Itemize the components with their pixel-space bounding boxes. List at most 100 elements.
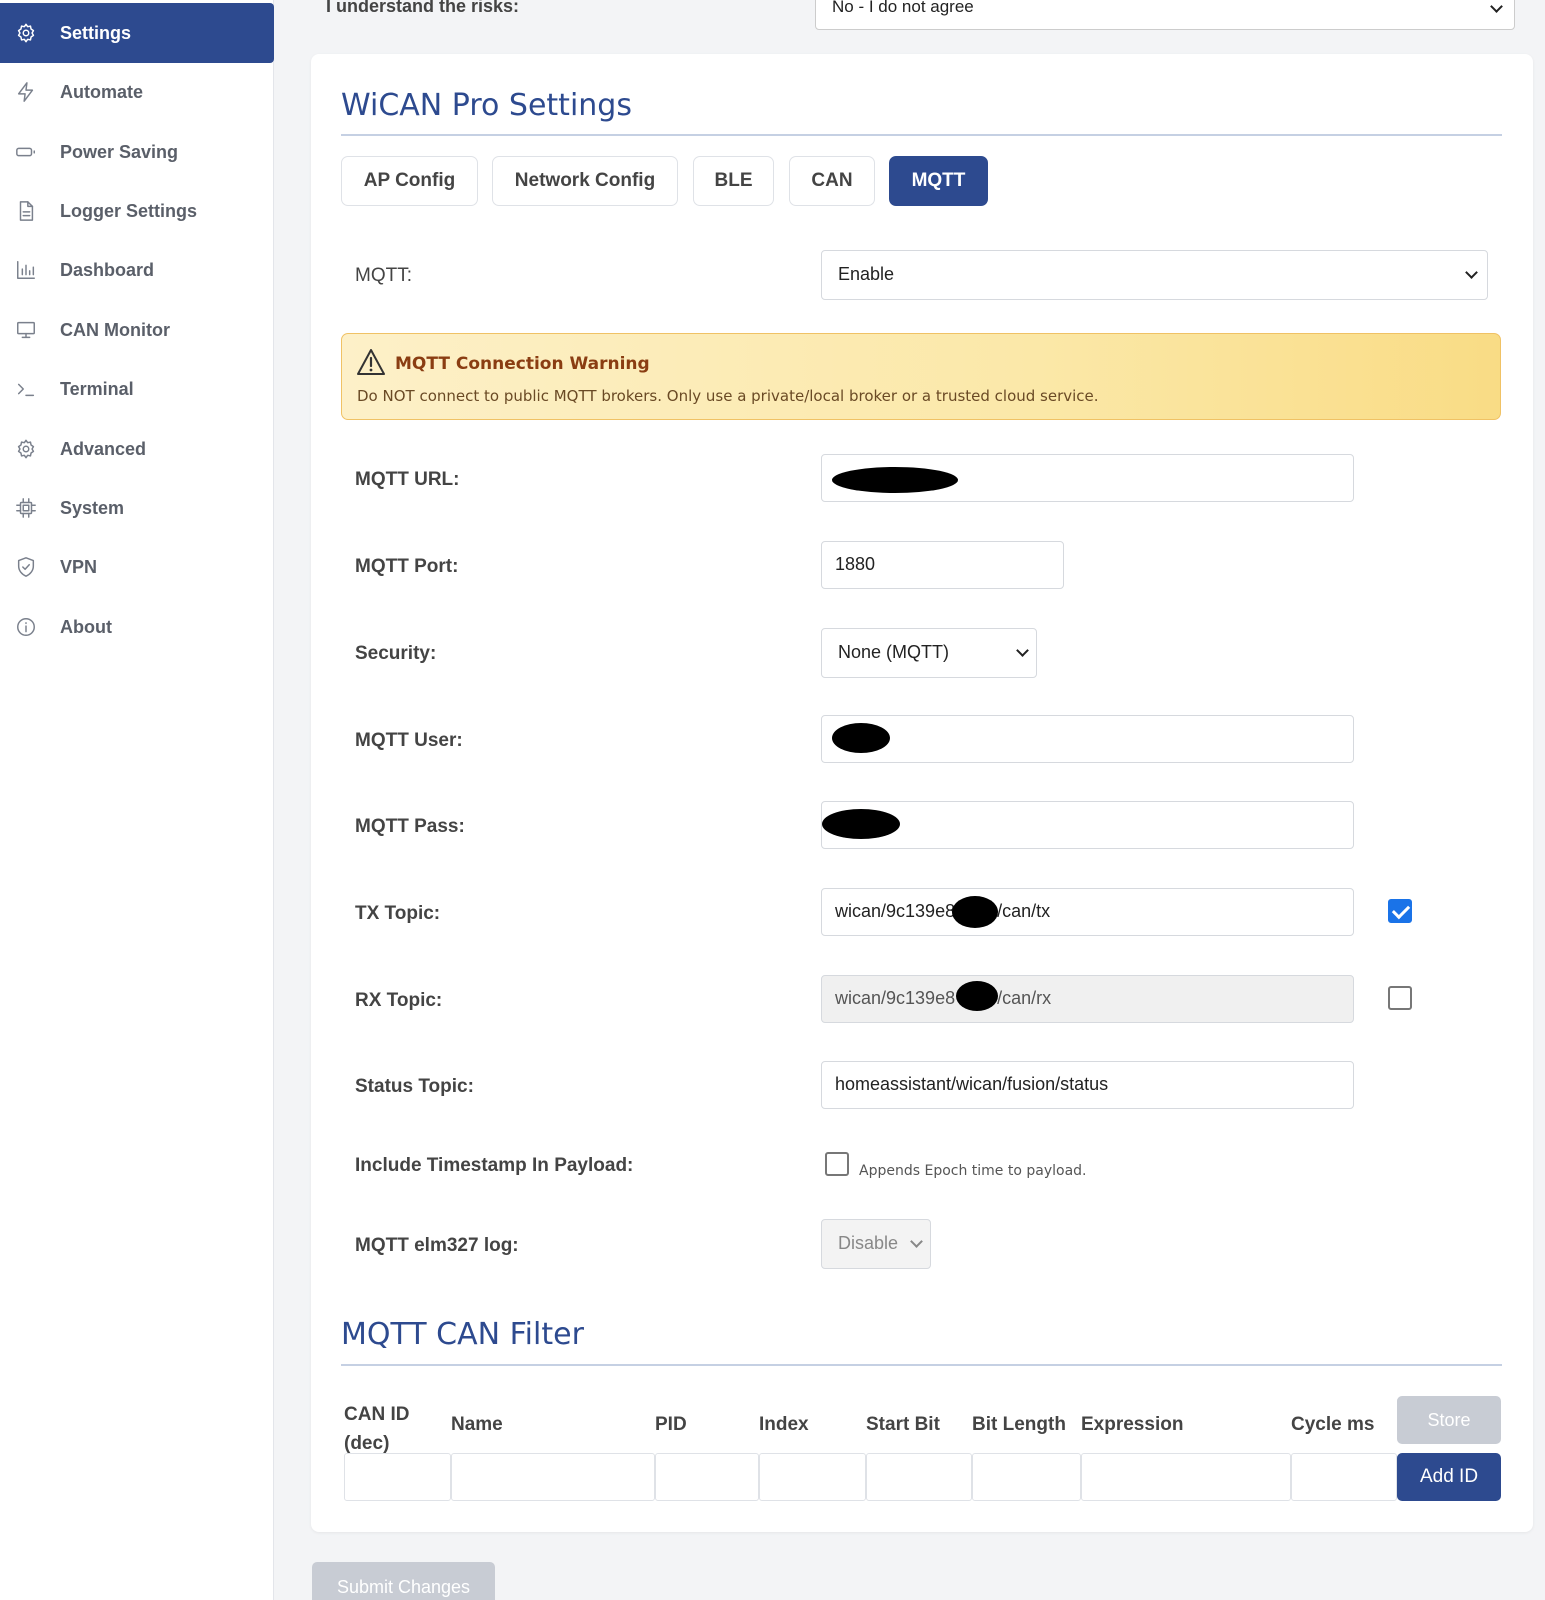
column-header-can-id: CAN ID (dec): [344, 1404, 410, 1454]
sidebar: Settings Automate Power Saving Logger Se…: [0, 0, 274, 1600]
rx-topic-label: RX Topic:: [355, 990, 443, 1011]
page-title: WiCAN Pro Settings: [341, 88, 632, 123]
redacted-value: [832, 467, 958, 493]
info-icon: [14, 615, 38, 639]
timestamp-hint: Appends Epoch time to payload.: [859, 1163, 1087, 1179]
bolt-icon: [14, 80, 38, 104]
mqtt-url-label: MQTT URL:: [355, 469, 460, 490]
sidebar-item-about[interactable]: About: [0, 597, 274, 657]
tx-topic-prefix: wican/9c139e8: [835, 901, 956, 921]
mqtt-enable-select[interactable]: Enable: [821, 250, 1488, 300]
sidebar-item-automate[interactable]: Automate: [0, 62, 274, 122]
add-id-button[interactable]: Add ID: [1397, 1453, 1501, 1501]
sidebar-item-label: Automate: [60, 81, 144, 102]
column-header-bit-length: Bit Length: [972, 1414, 1066, 1435]
mqtt-enable-value: Enable: [838, 264, 895, 284]
rx-topic-checkbox[interactable]: [1388, 986, 1412, 1010]
sidebar-item-system[interactable]: System: [0, 478, 274, 538]
gear-icon: [14, 437, 38, 461]
security-select[interactable]: None (MQTT): [821, 628, 1037, 678]
shield-icon: [14, 555, 38, 579]
mqtt-user-input[interactable]: [821, 715, 1354, 763]
tab-ble[interactable]: BLE: [693, 156, 774, 206]
tab-network-config[interactable]: Network Config: [492, 156, 678, 206]
can-id-input[interactable]: [344, 1453, 451, 1501]
chevron-down-icon: [1465, 266, 1478, 279]
redacted-value: [952, 896, 998, 928]
pid-input[interactable]: [655, 1453, 759, 1501]
sidebar-item-label: About: [60, 616, 112, 637]
timestamp-checkbox[interactable]: [825, 1152, 849, 1176]
bar-chart-icon: [14, 258, 38, 282]
risk-select-value: No - I do not agree: [832, 0, 974, 16]
column-header-index: Index: [759, 1414, 809, 1435]
mqtt-pass-label: MQTT Pass:: [355, 816, 465, 837]
warning-icon: [357, 349, 385, 375]
mqtt-port-input[interactable]: 1880: [821, 541, 1064, 589]
bit-length-input[interactable]: [972, 1453, 1081, 1501]
index-input[interactable]: [759, 1453, 866, 1501]
monitor-icon: [14, 318, 38, 342]
document-icon: [14, 199, 38, 223]
tab-can[interactable]: CAN: [789, 156, 875, 206]
filter-title: MQTT CAN Filter: [341, 1317, 584, 1352]
elm327-log-select: Disable: [821, 1219, 931, 1269]
tx-topic-input[interactable]: wican/9c139e8/can/tx: [821, 888, 1354, 936]
store-button[interactable]: Store: [1397, 1396, 1501, 1444]
terminal-icon: [14, 377, 38, 401]
tab-ap-config[interactable]: AP Config: [341, 156, 478, 206]
name-input[interactable]: [451, 1453, 655, 1501]
sidebar-item-label: Logger Settings: [60, 200, 198, 221]
sidebar-item-vpn[interactable]: VPN: [0, 537, 274, 597]
sidebar-item-can-monitor[interactable]: CAN Monitor: [0, 300, 274, 360]
battery-icon: [14, 140, 38, 164]
mqtt-warning-banner: MQTT Connection Warning Do NOT connect t…: [341, 333, 1501, 420]
tx-topic-suffix: /can/tx: [997, 901, 1051, 921]
submit-changes-button[interactable]: Submit Changes: [312, 1562, 495, 1600]
sidebar-item-label: System: [60, 497, 125, 518]
sidebar-item-label: CAN Monitor: [60, 319, 170, 340]
security-value: None (MQTT): [838, 642, 950, 662]
expression-input[interactable]: [1081, 1453, 1291, 1501]
sidebar-item-label: Power Saving: [60, 141, 179, 162]
rx-topic-suffix: /can/rx: [997, 988, 1052, 1008]
elm327-log-value: Disable: [838, 1233, 899, 1253]
sidebar-item-terminal[interactable]: Terminal: [0, 359, 274, 419]
column-header-start-bit: Start Bit: [866, 1414, 940, 1435]
mqtt-user-label: MQTT User:: [355, 730, 463, 751]
column-header-name: Name: [451, 1414, 503, 1435]
chip-icon: [14, 496, 38, 520]
tx-topic-checkbox[interactable]: [1388, 899, 1412, 923]
tab-mqtt[interactable]: MQTT: [889, 156, 988, 206]
cycle-ms-input[interactable]: [1291, 1453, 1397, 1501]
column-header-cycle-ms: Cycle ms: [1291, 1414, 1375, 1435]
mqtt-enable-label: MQTT:: [355, 265, 412, 286]
gear-icon: [14, 21, 38, 45]
filter-divider: [341, 1364, 1502, 1366]
sidebar-item-label: Terminal: [60, 378, 134, 399]
sidebar-item-label: Advanced: [60, 438, 147, 459]
chevron-down-icon: [1490, 0, 1503, 13]
risk-select[interactable]: No - I do not agree: [815, 0, 1515, 30]
sidebar-item-dashboard[interactable]: Dashboard: [0, 240, 274, 300]
warning-title: MQTT Connection Warning: [395, 354, 650, 374]
elm327-log-label: MQTT elm327 log:: [355, 1235, 519, 1256]
sidebar-item-settings[interactable]: Settings: [0, 3, 274, 63]
start-bit-input[interactable]: [866, 1453, 972, 1501]
redacted-value: [822, 809, 900, 839]
warning-text: Do NOT connect to public MQTT brokers. O…: [357, 387, 1099, 405]
column-header-expression: Expression: [1081, 1414, 1184, 1435]
timestamp-label: Include Timestamp In Payload:: [355, 1155, 634, 1176]
redacted-value: [832, 723, 890, 753]
status-topic-input[interactable]: homeassistant/wican/fusion/status: [821, 1061, 1354, 1109]
column-header-pid: PID: [655, 1414, 687, 1435]
status-topic-label: Status Topic:: [355, 1076, 474, 1097]
sidebar-item-logger-settings[interactable]: Logger Settings: [0, 181, 274, 241]
sidebar-item-advanced[interactable]: Advanced: [0, 419, 274, 479]
sidebar-item-power-saving[interactable]: Power Saving: [0, 122, 274, 182]
security-label: Security:: [355, 643, 437, 664]
chevron-down-icon: [1016, 644, 1029, 657]
chevron-down-icon: [910, 1235, 923, 1248]
sidebar-item-label: Dashboard: [60, 259, 155, 280]
mqtt-pass-input[interactable]: [821, 801, 1354, 849]
